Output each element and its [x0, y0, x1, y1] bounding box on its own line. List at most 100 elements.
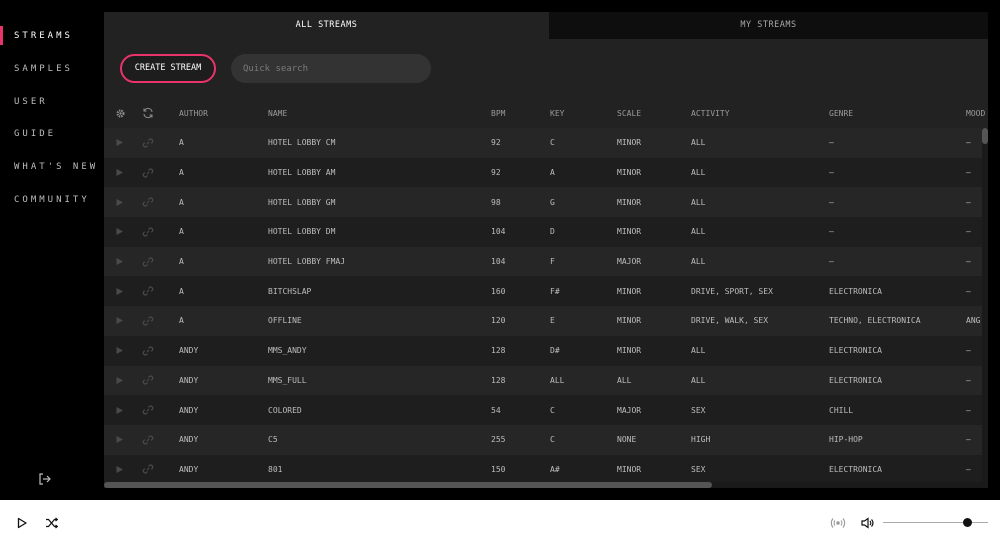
table-row[interactable]: ANDY C5 255 C NONE HIGH HIP-HOP —: [104, 424, 988, 455]
column-header-author[interactable]: AUTHOR: [179, 98, 259, 128]
cell-bpm: 104: [491, 227, 506, 237]
cell-genre: ELECTRONICA: [829, 375, 882, 385]
refresh-icon[interactable]: [142, 98, 158, 128]
cell-key: E: [550, 316, 555, 326]
cell-bpm: 150: [491, 464, 506, 474]
cell-name: C5: [268, 435, 278, 445]
table-row[interactable]: A HOTEL LOBBY CM 92 C MINOR ALL — —: [104, 128, 988, 158]
column-header-mood[interactable]: MOOD: [966, 98, 988, 128]
table-row[interactable]: ANDY 801 150 A# MINOR SEX ELECTRONICA —: [104, 454, 988, 485]
play-icon[interactable]: [115, 306, 129, 336]
play-icon[interactable]: [115, 247, 129, 277]
column-header-activity[interactable]: ACTIVITY: [691, 98, 821, 128]
cell-bpm: 104: [491, 257, 506, 267]
cell-author: ANDY: [179, 346, 199, 356]
cell-genre: CHILL: [829, 405, 854, 415]
gear-icon[interactable]: [115, 98, 129, 128]
logout-icon[interactable]: [38, 471, 52, 485]
volume-slider-handle[interactable]: [962, 518, 972, 527]
cell-activity: ALL: [691, 138, 706, 148]
column-header-scale[interactable]: SCALE: [617, 98, 677, 128]
cell-genre: TECHNO, ELECTRONICA: [829, 316, 921, 326]
play-icon[interactable]: [115, 455, 129, 485]
link-icon[interactable]: [142, 276, 158, 306]
tab-my-streams[interactable]: MY STREAMS: [549, 12, 988, 39]
play-icon[interactable]: [115, 336, 129, 366]
column-header-genre[interactable]: GENRE: [829, 98, 959, 128]
table-row[interactable]: A HOTEL LOBBY AM 92 A MINOR ALL — —: [104, 157, 988, 188]
stream-tabs: ALL STREAMS MY STREAMS: [104, 12, 988, 39]
link-icon[interactable]: [142, 247, 158, 277]
cell-activity: ALL: [691, 197, 706, 207]
cell-name: 801: [268, 464, 283, 474]
sidebar-item-user[interactable]: USER: [14, 97, 48, 107]
cell-genre: ELECTRONICA: [829, 464, 882, 474]
search-input[interactable]: [231, 54, 431, 83]
create-stream-button[interactable]: CREATE STREAM: [120, 54, 216, 83]
cell-genre: ELECTRONICA: [829, 346, 882, 356]
column-header-name[interactable]: NAME: [268, 98, 468, 128]
cell-activity: SEX: [691, 405, 706, 415]
play-icon[interactable]: [115, 217, 129, 247]
cell-scale: MINOR: [617, 197, 642, 207]
cell-author: ANDY: [179, 435, 199, 445]
cell-scale: MINOR: [617, 286, 642, 296]
link-icon[interactable]: [142, 366, 158, 396]
streams-panel: ALL STREAMS MY STREAMS CREATE STREAM AUT…: [104, 12, 988, 488]
link-icon[interactable]: [142, 336, 158, 366]
link-icon[interactable]: [142, 187, 158, 217]
table-row[interactable]: A OFFLINE 120 E MINOR DRIVE, WALK, SEX TECHNO,…: [104, 306, 988, 336]
vertical-scrollbar[interactable]: [982, 128, 988, 488]
link-icon[interactable]: [142, 217, 158, 247]
table-row[interactable]: ANDY COLORED 54 C MAJOR SEX CHILL —: [104, 395, 988, 425]
play-icon[interactable]: [115, 425, 129, 455]
broadcast-icon[interactable]: [830, 515, 846, 529]
sidebar-item-whats-new[interactable]: WHAT'S NEW: [14, 162, 98, 172]
cell-name: HOTEL LOBBY AM: [268, 168, 336, 178]
cell-key: A: [550, 168, 555, 178]
link-icon[interactable]: [142, 395, 158, 425]
volume-slider[interactable]: [883, 522, 988, 523]
sidebar-item-samples[interactable]: SAMPLES: [14, 64, 73, 74]
play-icon[interactable]: [15, 515, 29, 529]
play-icon[interactable]: [115, 276, 129, 306]
sidebar-item-community[interactable]: COMMUNITY: [14, 195, 90, 205]
horizontal-scrollbar-thumb[interactable]: [104, 482, 712, 488]
cell-author: ANDY: [179, 405, 199, 415]
table-row[interactable]: ANDY MMS_ANDY 128 D# MINOR ALL ELECTRONICA —: [104, 335, 988, 366]
cell-author: ANDY: [179, 464, 199, 474]
play-icon[interactable]: [115, 158, 129, 188]
link-icon[interactable]: [142, 306, 158, 336]
cell-key: F#: [550, 286, 560, 296]
cell-activity: ALL: [691, 346, 706, 356]
cell-activity: DRIVE, SPORT, SEX: [691, 286, 773, 296]
play-icon[interactable]: [115, 395, 129, 425]
column-header-key[interactable]: KEY: [550, 98, 600, 128]
vertical-scrollbar-thumb[interactable]: [982, 128, 988, 144]
link-icon[interactable]: [142, 128, 158, 158]
cell-activity: SEX: [691, 464, 706, 474]
tab-all-streams[interactable]: ALL STREAMS: [104, 12, 549, 39]
shuffle-icon[interactable]: [45, 515, 59, 529]
volume-icon[interactable]: [860, 515, 874, 529]
table-row[interactable]: A HOTEL LOBBY GM 98 G MINOR ALL — —: [104, 187, 988, 218]
sidebar-item-streams[interactable]: STREAMS: [14, 31, 73, 41]
link-icon[interactable]: [142, 455, 158, 485]
cell-genre: —: [829, 257, 834, 267]
table-row[interactable]: A BITCHSLAP 160 F# MINOR DRIVE, SPORT, SEX ELE…: [104, 276, 988, 307]
play-icon[interactable]: [115, 128, 129, 158]
link-icon[interactable]: [142, 425, 158, 455]
cell-genre: HIP-HOP: [829, 435, 863, 445]
cell-author: A: [179, 168, 184, 178]
cell-key: A#: [550, 464, 560, 474]
play-icon[interactable]: [115, 187, 129, 217]
table-row[interactable]: A HOTEL LOBBY DM 104 D MINOR ALL — —: [104, 217, 988, 247]
column-header-bpm[interactable]: BPM: [491, 98, 541, 128]
table-row[interactable]: A HOTEL LOBBY FMAJ 104 F MAJOR ALL — —: [104, 246, 988, 277]
sidebar-item-guide[interactable]: GUIDE: [14, 129, 56, 139]
table-body: A HOTEL LOBBY CM 92 C MINOR ALL — — A HOTEL LOBBY…: [104, 128, 988, 485]
link-icon[interactable]: [142, 158, 158, 188]
table-row[interactable]: ANDY MMS_FULL 128 ALL ALL ALL ELECTRONICA —: [104, 365, 988, 396]
cell-name: BITCHSLAP: [268, 286, 312, 296]
play-icon[interactable]: [115, 366, 129, 396]
